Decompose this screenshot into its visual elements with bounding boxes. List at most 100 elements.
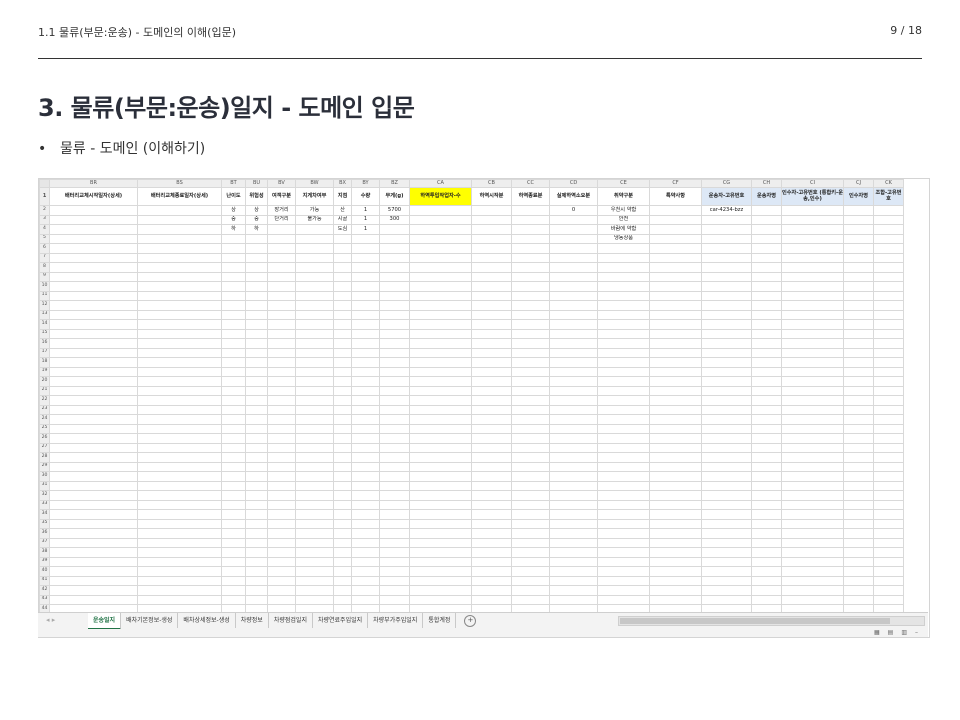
cell[interactable]	[221, 385, 246, 396]
cell[interactable]	[781, 442, 844, 453]
cell[interactable]	[333, 357, 352, 368]
cell[interactable]	[379, 300, 410, 311]
cell[interactable]	[333, 290, 352, 301]
column-header-cj[interactable]: CJ	[843, 179, 874, 188]
cell[interactable]	[471, 442, 512, 453]
cell[interactable]	[245, 319, 268, 330]
cell[interactable]	[751, 300, 782, 311]
cell[interactable]	[511, 347, 550, 358]
cell[interactable]	[649, 262, 702, 273]
cell[interactable]	[333, 385, 352, 396]
cell[interactable]	[649, 395, 702, 406]
cell[interactable]	[511, 319, 550, 330]
cell[interactable]	[701, 347, 752, 358]
add-sheet-icon[interactable]: +	[464, 615, 477, 627]
cell[interactable]	[409, 281, 472, 292]
cell[interactable]	[351, 404, 380, 415]
cell[interactable]	[471, 423, 512, 434]
cell[interactable]	[295, 452, 334, 463]
cell[interactable]	[351, 509, 380, 520]
cell[interactable]	[597, 338, 650, 349]
cell[interactable]	[379, 328, 410, 339]
cell[interactable]	[221, 499, 246, 510]
cell[interactable]	[873, 347, 904, 358]
cell[interactable]	[295, 385, 334, 396]
cell[interactable]	[549, 490, 598, 501]
row-header[interactable]: 7	[39, 252, 50, 263]
column-header-ck[interactable]: CK	[873, 179, 904, 188]
zoom-out-icon[interactable]: –	[915, 629, 918, 636]
cell[interactable]	[245, 328, 268, 339]
cell[interactable]	[649, 376, 702, 387]
cell[interactable]	[649, 214, 702, 225]
cell[interactable]	[751, 385, 782, 396]
cell[interactable]	[267, 224, 296, 235]
cell[interactable]	[267, 328, 296, 339]
cell[interactable]	[751, 243, 782, 254]
cell[interactable]	[267, 347, 296, 358]
cell[interactable]	[701, 290, 752, 301]
cell[interactable]	[701, 271, 752, 282]
cell[interactable]	[751, 205, 782, 216]
tab-sheet[interactable]: 배차기본정보-생성	[121, 613, 179, 628]
cell[interactable]	[549, 594, 598, 605]
cell[interactable]	[471, 575, 512, 586]
cell[interactable]	[471, 262, 512, 273]
column-header-bx[interactable]: BX	[333, 179, 352, 188]
cell[interactable]	[409, 414, 472, 425]
cell[interactable]	[295, 338, 334, 349]
cell[interactable]	[549, 366, 598, 377]
row-header[interactable]: 13	[39, 309, 50, 320]
cell[interactable]	[843, 547, 874, 558]
cell[interactable]	[781, 566, 844, 577]
cell[interactable]	[379, 461, 410, 472]
cell[interactable]	[295, 366, 334, 377]
field-header-cell[interactable]: 배터리교체시작일자(상세)	[49, 187, 138, 206]
cell[interactable]	[873, 452, 904, 463]
cell[interactable]	[49, 556, 138, 567]
cell[interactable]	[49, 262, 138, 273]
cell[interactable]	[873, 547, 904, 558]
cell[interactable]	[843, 252, 874, 263]
cell[interactable]	[409, 233, 472, 244]
cell[interactable]	[511, 366, 550, 377]
cell[interactable]	[409, 262, 472, 273]
cell[interactable]	[873, 594, 904, 605]
cell[interactable]	[701, 423, 752, 434]
cell[interactable]	[245, 404, 268, 415]
cell[interactable]	[379, 499, 410, 510]
cell[interactable]	[137, 414, 222, 425]
cell[interactable]	[781, 414, 844, 425]
cell[interactable]	[511, 594, 550, 605]
cell[interactable]	[379, 480, 410, 491]
cell[interactable]	[379, 471, 410, 482]
cell[interactable]	[351, 452, 380, 463]
cell[interactable]	[873, 376, 904, 387]
cell[interactable]	[549, 338, 598, 349]
cell[interactable]	[511, 205, 550, 216]
row-header[interactable]: 33	[39, 499, 50, 510]
cell[interactable]	[333, 547, 352, 558]
cell[interactable]	[245, 385, 268, 396]
cell[interactable]	[49, 547, 138, 558]
cell[interactable]	[649, 575, 702, 586]
cell[interactable]	[781, 518, 844, 529]
cell[interactable]	[49, 528, 138, 539]
cell[interactable]	[751, 433, 782, 444]
cell[interactable]	[549, 290, 598, 301]
cell[interactable]: 가능	[295, 205, 334, 216]
cell[interactable]	[701, 224, 752, 235]
cell[interactable]	[511, 499, 550, 510]
cell[interactable]	[267, 319, 296, 330]
cell[interactable]	[701, 233, 752, 244]
cell[interactable]	[751, 461, 782, 472]
cell[interactable]	[379, 262, 410, 273]
cell[interactable]	[245, 309, 268, 320]
cell[interactable]	[267, 433, 296, 444]
cell[interactable]	[751, 252, 782, 263]
cell[interactable]: 하	[221, 224, 246, 235]
cell[interactable]	[471, 309, 512, 320]
tab-sheet[interactable]: 통합계정	[423, 613, 457, 628]
cell[interactable]	[649, 319, 702, 330]
cell[interactable]	[701, 404, 752, 415]
